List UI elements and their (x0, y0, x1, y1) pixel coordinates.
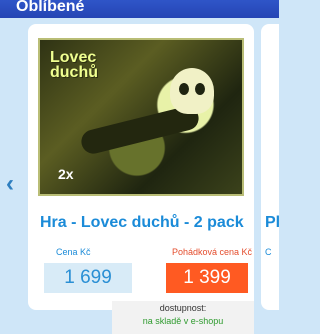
product-image[interactable]: Lovec duchů 2x (38, 38, 244, 196)
regular-price-label: Cena Kč (56, 247, 91, 257)
favorites-title: Oblíbené (16, 0, 85, 15)
availability-label: dostupnost: (159, 303, 207, 313)
next-product-price-label: C (265, 247, 272, 257)
fairy-price: 1 399 (166, 263, 248, 293)
product-image-badge: 2x (58, 166, 74, 182)
product-title-link[interactable]: Hra - Lovec duchů - 2 pack (40, 214, 250, 232)
skull-illustration (170, 68, 214, 114)
chevron-left-icon[interactable]: ‹ (6, 172, 14, 196)
next-product-card[interactable]: Pl C (261, 24, 280, 310)
favorites-header: Oblíbené (0, 0, 279, 18)
product-image-title: Lovec duchů (50, 49, 98, 81)
availability-box: dostupnost: na skladě v e-shopu (112, 301, 254, 334)
regular-price: 1 699 (44, 263, 132, 293)
product-card[interactable]: Lovec duchů 2x Hra - Lovec duchů - 2 pac… (28, 24, 254, 334)
availability-status: na skladě v e-shopu (142, 316, 224, 326)
carousel-left-rail: ‹ (0, 18, 28, 310)
next-product-title[interactable]: Pl (265, 214, 280, 232)
fairy-price-label: Pohádková cena Kč (172, 247, 253, 257)
